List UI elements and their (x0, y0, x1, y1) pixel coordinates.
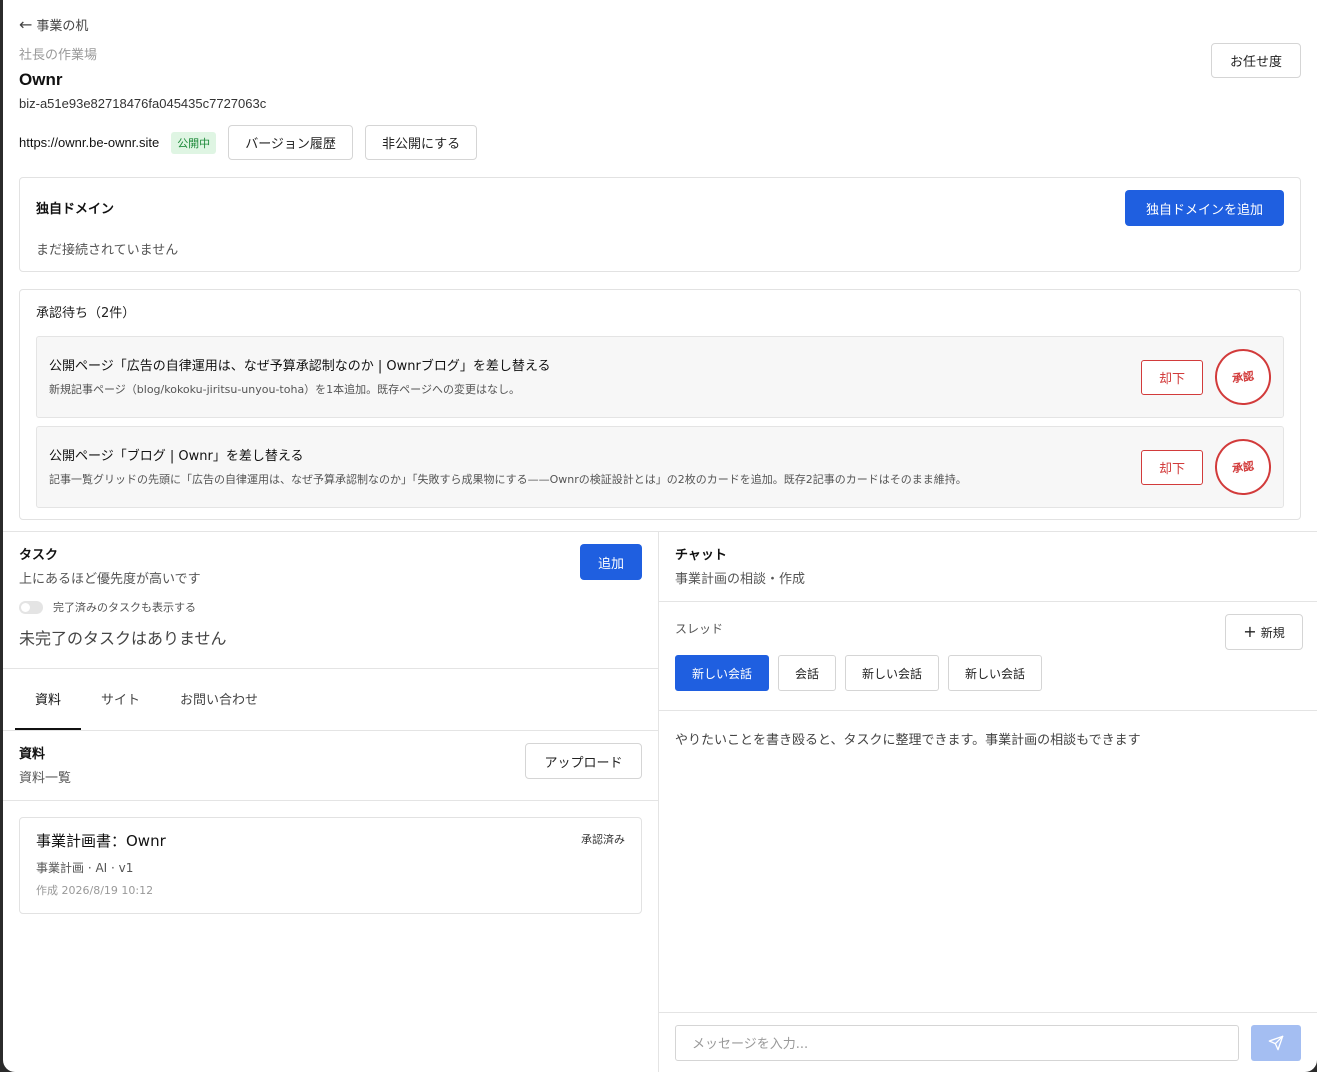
approval-item-description: 記事一覧グリッドの先頭に「広告の自律運用は、なぜ予算承認制なのか」「失敗すら成果… (49, 473, 967, 486)
tab-site[interactable]: サイト (81, 669, 160, 730)
send-icon (1268, 1035, 1284, 1050)
chat-hint: やりたいことを書き殴ると、タスクに整理できます。事業計画の相談もできます (675, 733, 1141, 748)
unpublish-button[interactable]: 非公開にする (364, 125, 478, 160)
arrow-left-icon: ← (19, 14, 33, 34)
message-input[interactable]: メッセージを入力... (675, 1024, 1239, 1061)
message-input-bar: メッセージを入力... (659, 1012, 1317, 1072)
thread-tab[interactable]: 新しい会話 (675, 655, 770, 691)
chat-pane: チャット 事業計画の相談・作成 スレッド + 新規 新しい会話 会話 新しい会話… (659, 532, 1317, 1072)
documents-header: 資料 資料一覧 アップロード (3, 731, 658, 801)
tasks-subheading: 上にあるほど優先度が高いです (19, 572, 201, 587)
document-status-badge: 承認済み (581, 833, 625, 846)
approval-item: 公開ページ「広告の自律運用は、なぜ予算承認制なのか | Ownrブログ」を差し替… (36, 336, 1284, 418)
custom-domain-status: まだ接続されていません (36, 243, 179, 258)
chat-heading: チャット (675, 548, 727, 563)
tasks-section: タスク 上にあるほど優先度が高いです 追加 完了済みのタスクも表示する 未完了の… (3, 532, 658, 669)
tab-documents[interactable]: 資料 (15, 669, 82, 730)
document-meta: 事業計画 · AI · v1 (36, 861, 134, 875)
show-completed-label: 完了済みのタスクも表示する (53, 601, 196, 614)
tab-bar: 資料 サイト お問い合わせ (3, 669, 658, 731)
thread-tab[interactable]: 新しい会話 (948, 655, 1043, 691)
thread-label: スレッド (675, 622, 724, 636)
document-date: 作成 2026/8/19 10:12 (36, 884, 154, 897)
pending-approvals-heading: 承認待ち（2件） (36, 306, 136, 321)
tasks-heading: タスク (19, 548, 59, 563)
left-pane: タスク 上にあるほど優先度が高いです 追加 完了済みのタスクも表示する 未完了の… (3, 532, 659, 1072)
approval-item-description: 新規記事ページ（blog/kokoku-jiritsu-unyou-toha）を… (49, 383, 520, 396)
upload-button[interactable]: アップロード (525, 743, 642, 779)
thread-list: 新しい会話 会話 新しい会話 新しい会話 (675, 655, 1301, 691)
page-subtitle: 社長の作業場 (19, 48, 98, 63)
new-thread-button[interactable]: + 新規 (1225, 614, 1303, 650)
omakase-button[interactable]: お任せ度 (1211, 43, 1301, 78)
page-title: Ownr (19, 70, 63, 89)
pending-approvals-card: 承認待ち（2件） 公開ページ「広告の自律運用は、なぜ予算承認制なのか | Own… (19, 289, 1301, 520)
business-id: biz-a51e93e82718476fa045435c7727063c (19, 96, 267, 111)
plus-icon: + (1243, 622, 1257, 641)
approval-item-title: 公開ページ「広告の自律運用は、なぜ予算承認制なのか | Ownrブログ」を差し替… (49, 359, 551, 374)
tasks-empty-message: 未完了のタスクはありません (19, 629, 227, 648)
document-title: 事業計画書：Ownr (36, 832, 166, 850)
reject-button[interactable]: 却下 (1141, 360, 1203, 395)
send-button[interactable] (1251, 1024, 1301, 1061)
show-completed-toggle[interactable] (19, 600, 43, 614)
thread-tab[interactable]: 新しい会話 (845, 655, 940, 691)
custom-domain-heading: 独自ドメイン (36, 202, 115, 217)
thread-area: スレッド + 新規 新しい会話 会話 新しい会話 新しい会話 (659, 602, 1317, 711)
approval-item: 公開ページ「ブログ | Ownr」を差し替える 記事一覧グリッドの先頭に「広告の… (36, 426, 1284, 508)
site-url[interactable]: https://ownr.be-ownr.site (19, 135, 159, 150)
status-badge: 公開中 (171, 131, 217, 154)
add-custom-domain-button[interactable]: 独自ドメインを追加 (1125, 190, 1284, 226)
reject-button[interactable]: 却下 (1141, 450, 1203, 485)
back-link[interactable]: ← 事業の机 (19, 14, 1301, 34)
thread-tab[interactable]: 会話 (778, 655, 837, 691)
approval-item-title: 公開ページ「ブログ | Ownr」を差し替える (49, 449, 304, 464)
new-thread-label: 新規 (1260, 625, 1285, 640)
site-url-row: https://ownr.be-ownr.site 公開中 バージョン履歴 非公… (19, 125, 1301, 160)
show-completed-toggle-row: 完了済みのタスクも表示する (19, 599, 642, 615)
tab-inquiries[interactable]: お問い合わせ (160, 669, 278, 730)
add-task-button[interactable]: 追加 (580, 544, 642, 580)
chat-header: チャット 事業計画の相談・作成 (659, 532, 1317, 602)
workspace-window: ← 事業の机 社長の作業場 Ownr biz-a51e93e82718476fa… (3, 0, 1317, 1072)
page-header: ← 事業の机 社長の作業場 Ownr biz-a51e93e82718476fa… (3, 0, 1317, 160)
back-link-label: 事業の机 (36, 18, 89, 34)
custom-domain-card: 独自ドメイン まだ接続されていません 独自ドメインを追加 (19, 177, 1301, 272)
version-history-button[interactable]: バージョン履歴 (228, 125, 353, 160)
bottom-split: タスク 上にあるほど優先度が高いです 追加 完了済みのタスクも表示する 未完了の… (3, 531, 1317, 1072)
document-card[interactable]: 事業計画書：Ownr 事業計画 · AI · v1 作成 2026/8/19 1… (19, 817, 642, 914)
chat-subheading: 事業計画の相談・作成 (675, 572, 806, 587)
